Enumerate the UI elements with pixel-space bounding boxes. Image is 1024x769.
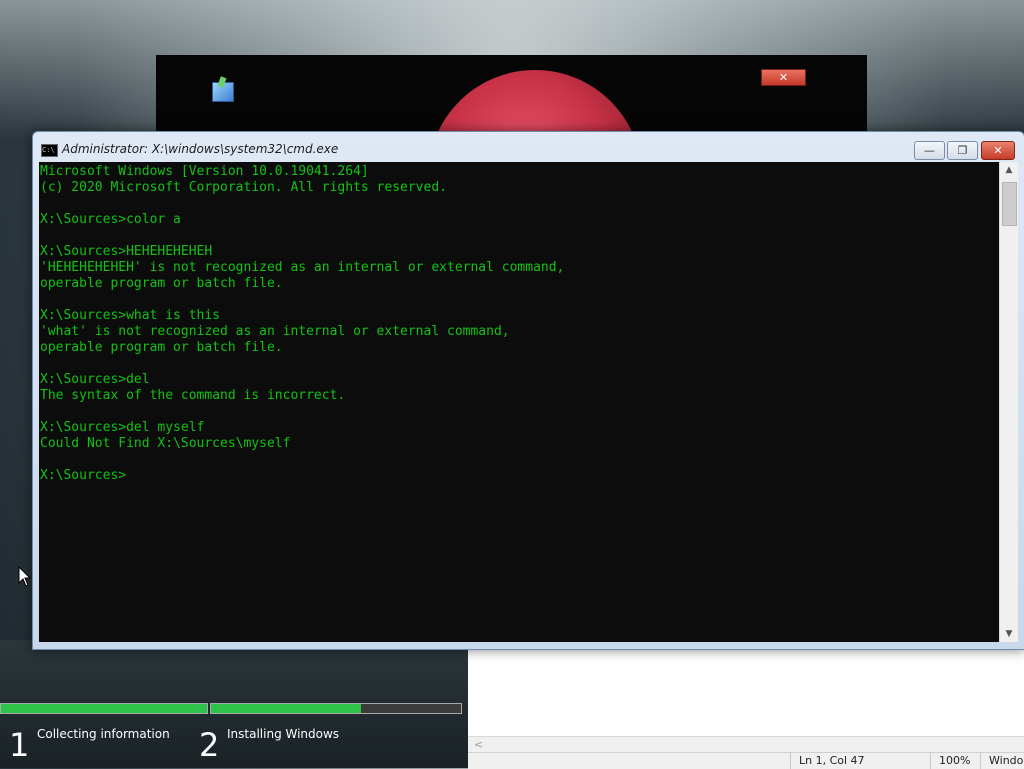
editor-statusbar: Ln 1, Col 47 100% Windo (468, 752, 1024, 769)
step-2-label: Installing Windows (227, 727, 340, 741)
zoom-level: 100% (930, 753, 983, 769)
close-button[interactable]: ✕ (981, 141, 1015, 160)
console-lines: Microsoft Windows [Version 10.0.19041.26… (39, 162, 999, 484)
console-line: operable program or batch file. (40, 276, 283, 291)
step-1-label: Collecting information (37, 727, 170, 741)
editor-horizontal-scrollbar[interactable]: < (468, 736, 1024, 753)
console-line: X:\Sources>color a (40, 212, 181, 227)
console-line: Microsoft Windows [Version 10.0.19041.26… (40, 164, 369, 179)
step-1-number: 1 (9, 726, 30, 764)
progress-fill-installing (211, 704, 361, 713)
step-2-number: 2 (199, 726, 220, 764)
console-line: Could Not Find X:\Sources\myself (40, 436, 291, 451)
console-line: X:\Sources>HEHEHEHEHEH (40, 244, 213, 259)
console-line: 'what' is not recognized as an internal … (40, 324, 510, 339)
cmd-icon[interactable]: C:\ (41, 144, 58, 157)
console-vertical-scrollbar[interactable]: ▲ ▼ (999, 162, 1018, 642)
setup-icon (212, 82, 234, 102)
progress-bar-installing (210, 703, 462, 714)
console-line: X:\Sources>del myself (40, 420, 205, 435)
progress-bar-collecting (0, 703, 208, 714)
scroll-left-icon[interactable]: < (474, 738, 483, 751)
line-ending: Windo (980, 753, 1024, 769)
minimize-button[interactable]: — (914, 141, 945, 160)
editor-pane: < Ln 1, Col 47 100% Windo (468, 648, 1024, 769)
cursor-position: Ln 1, Col 47 (790, 753, 931, 769)
cmd-window[interactable]: C:\ Administrator: X:\windows\system32\c… (32, 131, 1024, 650)
cmd-window-title: Administrator: X:\windows\system32\cmd.e… (62, 142, 339, 156)
setup-close-button[interactable]: ✕ (761, 69, 806, 86)
cmd-titlebar[interactable]: C:\ Administrator: X:\windows\system32\c… (33, 132, 1024, 162)
scroll-up-icon[interactable]: ▲ (1000, 162, 1018, 178)
console-line: X:\Sources>what is this (40, 308, 221, 323)
console-line: (c) 2020 Microsoft Corporation. All righ… (40, 180, 447, 195)
console-line: operable program or batch file. (40, 340, 283, 355)
console-line: X:\Sources> (40, 468, 127, 483)
console-output[interactable]: Microsoft Windows [Version 10.0.19041.26… (39, 162, 999, 642)
mouse-cursor-icon (18, 566, 32, 587)
console-line: 'HEHEHEHEHEH' is not recognized as an in… (40, 260, 565, 275)
scroll-thumb[interactable] (1002, 182, 1017, 226)
scroll-down-icon[interactable]: ▼ (1000, 626, 1018, 642)
maximize-button[interactable]: ❐ (947, 141, 978, 160)
console-line: X:\Sources>del (40, 372, 150, 387)
progress-fill-collecting (1, 704, 207, 713)
console-line: The syntax of the command is incorrect. (40, 388, 346, 403)
